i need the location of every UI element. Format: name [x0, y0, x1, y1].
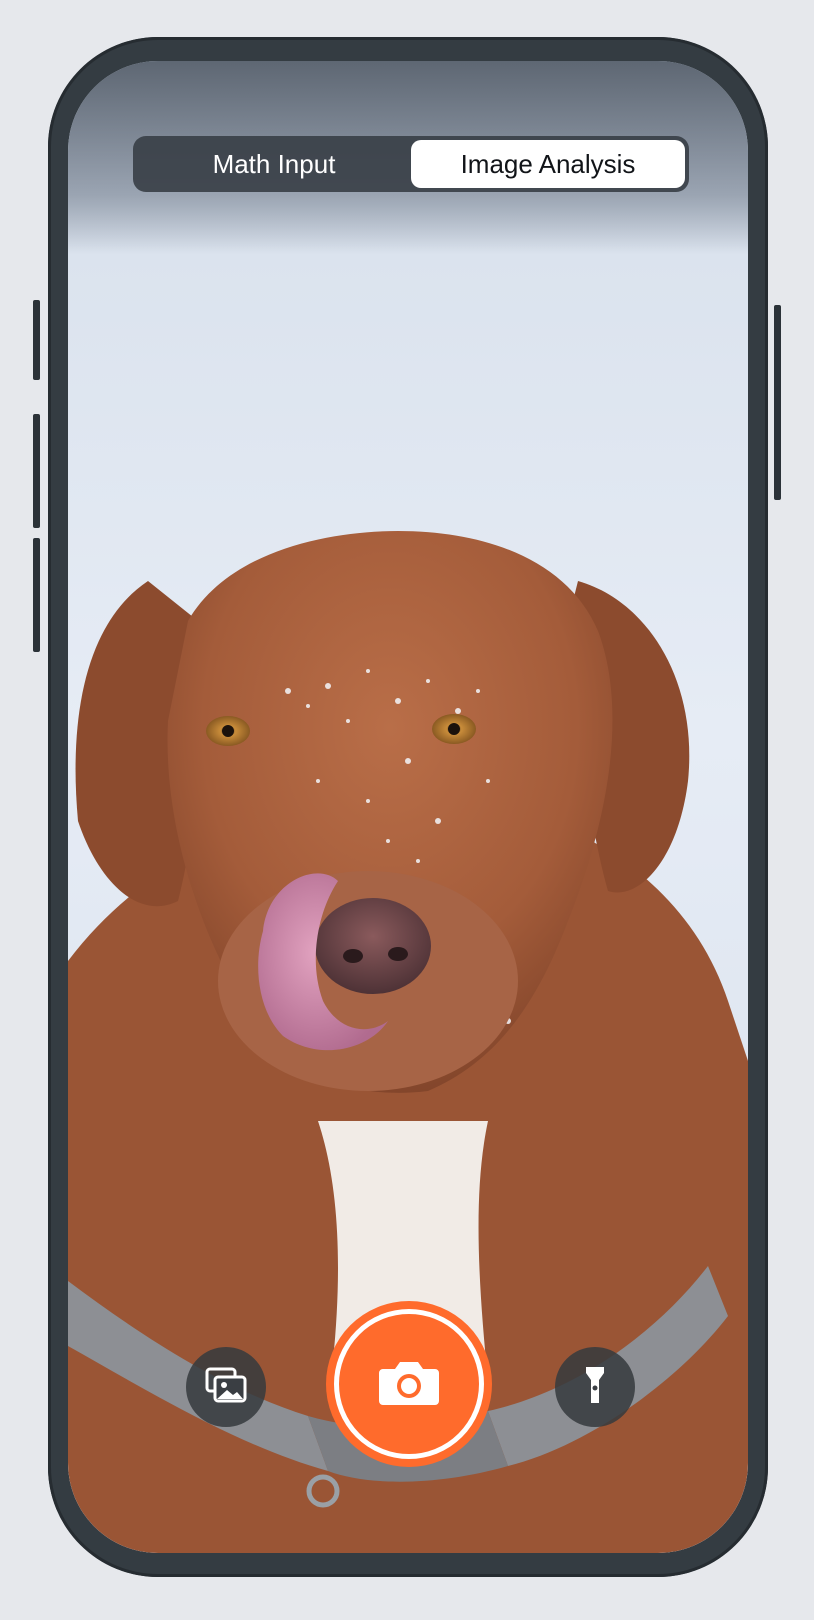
flashlight-icon — [584, 1365, 606, 1410]
flashlight-button[interactable] — [555, 1347, 635, 1427]
volume-down-button — [33, 538, 40, 652]
gallery-button[interactable] — [186, 1347, 266, 1427]
app-page: Math Input Image Analysis — [0, 0, 814, 1620]
power-button — [774, 305, 781, 500]
phone-frame: Math Input Image Analysis — [48, 37, 768, 1577]
camera-screen: Math Input Image Analysis — [68, 61, 748, 1553]
mode-segmented-control: Math Input Image Analysis — [133, 136, 689, 192]
gallery-icon — [204, 1366, 248, 1409]
tab-image-analysis[interactable]: Image Analysis — [411, 140, 685, 188]
shutter-button[interactable] — [326, 1301, 492, 1467]
volume-up-button — [33, 414, 40, 528]
tab-math-input[interactable]: Math Input — [137, 140, 411, 188]
mute-switch — [33, 300, 40, 380]
camera-icon — [377, 1357, 441, 1412]
